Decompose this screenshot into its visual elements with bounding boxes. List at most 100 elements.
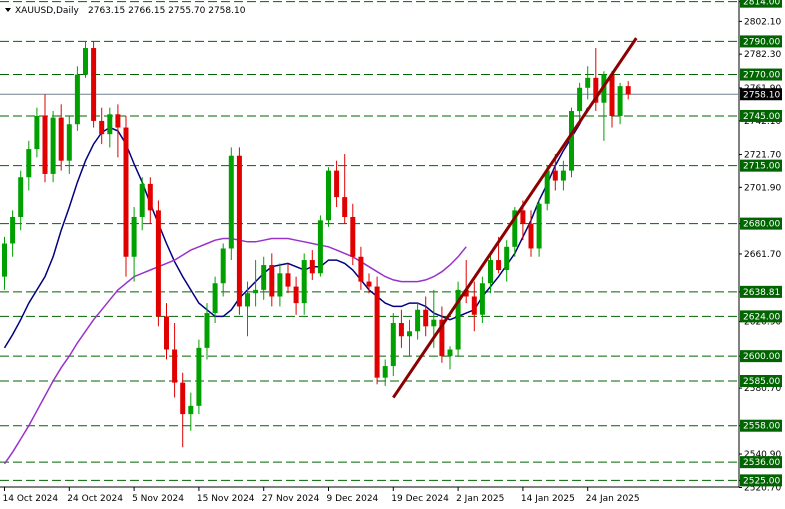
candle [350, 203, 356, 266]
candle-body [301, 260, 307, 304]
level-label: 2600.00 [743, 352, 780, 362]
level-label: 2638.81 [743, 288, 780, 298]
x-tick-label: 24 Jan 2025 [586, 494, 640, 504]
candle [34, 107, 40, 158]
candle-body [423, 309, 429, 327]
candle [131, 207, 137, 282]
candle [285, 263, 291, 294]
candle-body [293, 286, 299, 304]
candle-body [560, 170, 566, 181]
candle [382, 359, 388, 386]
x-tick-label: 15 Nov 2024 [197, 494, 255, 504]
candle [488, 253, 493, 294]
candle [164, 303, 169, 360]
candle-body [253, 289, 259, 294]
candle [326, 167, 331, 227]
y-tick-label: 2782.30 [744, 50, 781, 60]
candle-body [309, 260, 315, 274]
candle-body [83, 48, 88, 75]
candle [147, 177, 153, 224]
candle [172, 323, 178, 398]
candle-body [99, 120, 105, 135]
candle-body [261, 265, 267, 290]
candle [261, 256, 267, 300]
candle [83, 41, 88, 78]
ma_slow-line [3, 237, 467, 465]
candle-body [407, 331, 412, 337]
ohlc-label: 2763.15 2766.15 2755.70 2758.10 [88, 6, 246, 16]
candle-body [625, 86, 631, 95]
candle-body [431, 319, 437, 327]
candle-body [212, 283, 218, 314]
level-label: 2558.00 [743, 422, 780, 432]
level-label: 2745.00 [743, 112, 780, 122]
level-label: 2715.00 [743, 162, 780, 172]
candle [536, 198, 542, 257]
candle [309, 250, 315, 280]
candle [358, 246, 364, 290]
candle-body [569, 110, 574, 171]
candle [301, 253, 307, 315]
candle-body [536, 203, 542, 249]
candle [269, 253, 275, 307]
candle-body [115, 114, 121, 128]
candle-body [577, 87, 583, 111]
x-tick-label: 9 Dec 2024 [327, 494, 379, 504]
candle-body [609, 74, 615, 116]
candle [366, 273, 372, 294]
candle [455, 281, 461, 357]
chart-header: XAUUSD,Daily 2763.15 2766.15 2755.70 275… [5, 6, 246, 16]
candle-body [471, 296, 477, 315]
candle [26, 140, 32, 191]
candle-body [415, 309, 421, 332]
y-tick-label: 2701.90 [744, 183, 781, 193]
candle-body [488, 260, 493, 284]
candle-body [74, 74, 80, 125]
x-tick-label: 27 Nov 2024 [262, 494, 320, 504]
candle-body [10, 216, 16, 244]
candle [50, 110, 56, 183]
candle-body [123, 127, 129, 257]
candle-body [147, 183, 153, 211]
candle-body [390, 323, 396, 367]
candle-body [131, 216, 137, 257]
candle-body [155, 210, 161, 317]
candle-body [245, 293, 250, 307]
candle [74, 66, 80, 131]
candle-body [236, 155, 242, 307]
candle-body [139, 183, 145, 217]
trendline-group [392, 37, 638, 399]
candle [196, 339, 202, 415]
level-label: 2790.00 [743, 37, 780, 47]
candle-body [107, 114, 113, 135]
candle-body [34, 115, 40, 150]
x-tick-label: 2 Jan 2025 [456, 494, 504, 504]
candle [504, 240, 510, 282]
candle-body [326, 170, 331, 221]
candle-body [447, 349, 453, 357]
candle-body [2, 243, 7, 277]
candle-body [520, 210, 526, 224]
symbol-label: XAUUSD,Daily [15, 6, 79, 16]
candle-body [196, 347, 202, 406]
candle [293, 276, 299, 315]
candle [471, 281, 477, 332]
candle-body [50, 117, 56, 174]
x-tick-label: 14 Jan 2025 [521, 494, 575, 504]
candle [236, 147, 242, 315]
collapse-triangle-icon[interactable] [5, 8, 11, 12]
candle-body [164, 316, 169, 350]
candle-body [277, 273, 283, 297]
level-label: 2525.00 [743, 476, 780, 486]
level-label: 2585.00 [743, 377, 780, 387]
price-chart[interactable]: 2814.002802.102782.302761.902742.102721.… [0, 0, 785, 509]
chart-canvas[interactable]: 2814.002802.102782.302761.902742.102721.… [0, 0, 785, 509]
candle [18, 170, 24, 231]
candle-body [374, 286, 380, 378]
candle-body [350, 216, 356, 257]
candle [228, 147, 234, 261]
candle-body [479, 283, 485, 315]
candle [407, 319, 412, 357]
candle [10, 210, 16, 257]
candle-body [172, 349, 178, 383]
